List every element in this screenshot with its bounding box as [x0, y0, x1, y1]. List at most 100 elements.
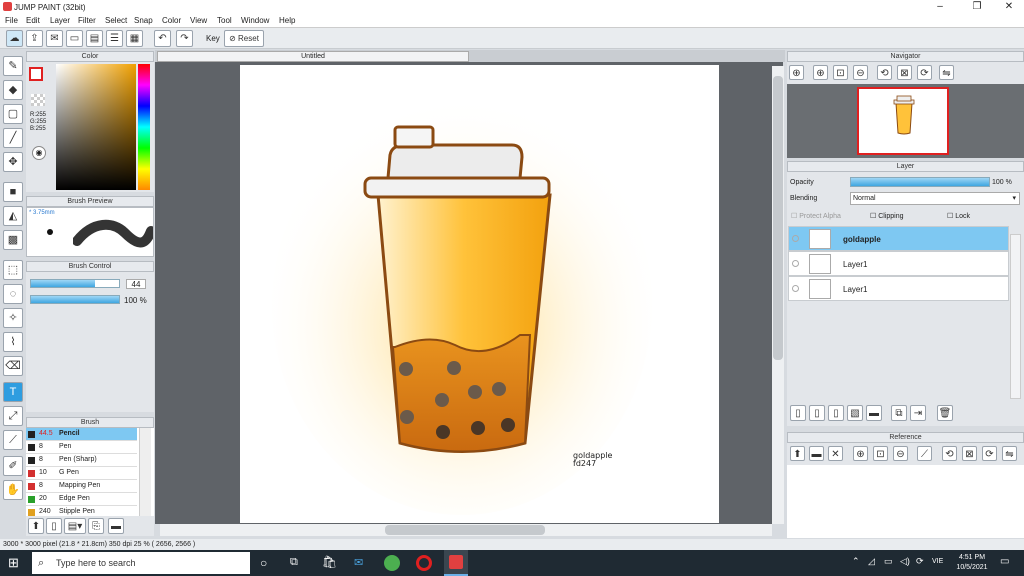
minimize-button[interactable]: – [925, 1, 955, 13]
menu-filter[interactable]: Filter [78, 16, 96, 25]
hue-slider[interactable] [138, 64, 150, 190]
rotate-right-icon[interactable]: ⟳ [917, 65, 932, 80]
flip-icon[interactable]: ⇋ [939, 65, 954, 80]
menu-layer[interactable]: Layer [50, 16, 70, 25]
reset-button[interactable]: ⊘ Reset [224, 30, 264, 47]
browser-icon[interactable] [384, 555, 400, 571]
language-indicator[interactable]: VIE [932, 558, 943, 565]
cloud-icon[interactable]: ☁ [6, 30, 23, 47]
reference-eyedropper-icon[interactable]: ⟋ [917, 446, 932, 461]
navigator-thumbnail[interactable] [857, 87, 949, 155]
reference-open-icon[interactable]: ▬ [809, 446, 824, 461]
palette-icon[interactable]: ◉ [32, 146, 46, 160]
new-layer-1bit-icon[interactable]: ▯ [828, 405, 844, 421]
clipping-checkbox[interactable]: ☐ Clipping [870, 212, 904, 220]
menu-edit[interactable]: Edit [26, 16, 40, 25]
menu-tool[interactable]: Tool [217, 16, 232, 25]
move-tool-icon[interactable]: ✥ [3, 152, 23, 172]
brush-list-item[interactable]: 240 Stipple Pen [26, 506, 137, 516]
brush-size-slider[interactable] [30, 279, 120, 288]
zoom-fit-icon[interactable]: ⊕ [789, 65, 804, 80]
magic-wand-icon[interactable]: ✧ [3, 308, 23, 328]
zoom-actual-icon[interactable]: ⊡ [833, 65, 848, 80]
redo-icon[interactable]: ↷ [176, 30, 193, 47]
layer-list-scrollbar[interactable] [1010, 234, 1021, 399]
task-view-icon[interactable]: ⧉ [290, 556, 298, 569]
gradient-tool-icon[interactable]: ▩ [3, 230, 23, 250]
brush-tool-icon[interactable]: ✎ [3, 56, 23, 76]
brush-size-value[interactable]: 44 [126, 279, 146, 289]
windows-start-icon[interactable]: ⊞ [8, 556, 22, 570]
brush-import-icon[interactable]: ⬆ [28, 518, 44, 534]
brush-list-item[interactable]: 44.5 Pencil [26, 428, 137, 441]
fill-rect-tool-icon[interactable]: ■ [3, 182, 23, 202]
grid-icon[interactable]: ▦ [126, 30, 143, 47]
tray-update-icon[interactable]: ⟳ [916, 556, 924, 567]
canvas-vertical-scrollbar[interactable] [772, 66, 784, 524]
layer-visibility-icon[interactable] [792, 260, 799, 267]
reset-rotation-icon[interactable]: ⊠ [897, 65, 912, 80]
brush-copy-icon[interactable]: ⎘ [88, 518, 104, 534]
close-button[interactable]: ✕ [994, 1, 1024, 13]
drawing-canvas[interactable]: goldapple fd247 [240, 65, 719, 523]
rotate-left-icon[interactable]: ⟲ [877, 65, 892, 80]
reference-zoom-out-icon[interactable]: ⊖ [893, 446, 908, 461]
brush-list-item[interactable]: 8 Mapping Pen [26, 480, 137, 493]
tray-chevron-icon[interactable]: ⌃ [852, 556, 860, 567]
clock[interactable]: 4:51 PM 10/5/2021 [952, 553, 992, 573]
line-tool-icon[interactable]: ╱ [3, 128, 23, 148]
menu-color[interactable]: Color [162, 16, 181, 25]
pen-icon[interactable]: ✐ [3, 456, 23, 476]
brush-list-item[interactable]: 10 G Pen [26, 467, 137, 480]
menu-view[interactable]: View [190, 16, 207, 25]
brush-folder-icon[interactable]: ▬ [108, 518, 124, 534]
comment-icon[interactable]: ✉ [46, 30, 63, 47]
brush-list-scrollbar[interactable] [139, 428, 151, 516]
undo-icon[interactable]: ↶ [154, 30, 171, 47]
foreground-color-swatch[interactable] [29, 67, 43, 81]
reference-fit-icon[interactable]: ⊡ [873, 446, 888, 461]
menu-select[interactable]: Select [105, 16, 127, 25]
new-layer-raster-icon[interactable]: ▯ [809, 405, 825, 421]
zoom-out-icon[interactable]: ⊖ [853, 65, 868, 80]
mail-icon[interactable]: ✉ [354, 556, 363, 569]
canvas-horizontal-scrollbar[interactable] [160, 524, 772, 536]
layer-row[interactable]: Layer1 [788, 276, 1009, 301]
taskbar-search-box[interactable]: ⌕ Type here to search [32, 552, 250, 574]
vertical-scroll-thumb[interactable] [773, 76, 783, 360]
layer-visibility-icon[interactable] [792, 235, 799, 242]
share-icon[interactable]: ⇪ [26, 30, 43, 47]
brush-list-item[interactable]: 8 Pen [26, 441, 137, 454]
rectangle-tool-icon[interactable]: ▢ [3, 104, 23, 124]
protect-alpha-checkbox[interactable]: ☐ Protect Alpha [791, 212, 841, 220]
reference-zoom-in-icon[interactable]: ⊕ [853, 446, 868, 461]
lasso-icon[interactable]: ◌ [3, 284, 23, 304]
select-pen-icon[interactable]: ⌇ [3, 332, 23, 352]
jump-paint-taskbar-button[interactable] [444, 550, 468, 576]
reference-close-icon[interactable]: ✕ [828, 446, 843, 461]
tray-battery-icon[interactable]: ▭ [884, 556, 893, 567]
notification-icon[interactable]: ▭ [1000, 556, 1009, 567]
layer-visibility-icon[interactable] [792, 285, 799, 292]
reference-flip-icon[interactable]: ⇋ [1002, 446, 1017, 461]
maximize-button[interactable]: ❐ [962, 1, 992, 13]
layer-opacity-slider[interactable] [850, 177, 990, 187]
brush-list-item[interactable]: 20 Edge Pen [26, 493, 137, 506]
hand-tool-icon[interactable]: ✋ [3, 480, 23, 500]
store-icon[interactable]: 🛍 [322, 555, 337, 569]
chat-icon[interactable]: ▭ [66, 30, 83, 47]
lock-checkbox[interactable]: ☐ Lock [947, 212, 970, 220]
duplicate-layer-icon[interactable]: ⧉ [891, 405, 907, 421]
transparent-swatch[interactable] [31, 94, 45, 106]
menu-snap[interactable]: Snap [134, 16, 153, 25]
tray-volume-icon[interactable]: ◁) [900, 556, 910, 567]
merge-layer-icon[interactable]: ⇥ [910, 405, 926, 421]
menu-help[interactable]: Help [279, 16, 295, 25]
cortana-icon[interactable]: ○ [260, 556, 267, 570]
reference-canvas[interactable] [787, 465, 1024, 538]
new-folder-icon[interactable]: ▬ [866, 405, 882, 421]
document-tab[interactable]: Untitled [157, 51, 469, 62]
select-rect-icon[interactable]: ⬚ [3, 260, 23, 280]
new-brush-icon[interactable]: ▯ [46, 518, 62, 534]
brush-opacity-slider[interactable] [30, 295, 120, 304]
